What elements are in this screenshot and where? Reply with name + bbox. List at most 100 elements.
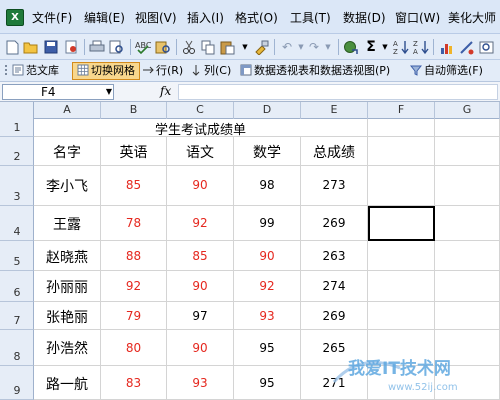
spell-check-icon[interactable]: ABC [134, 38, 152, 56]
row-header-2[interactable]: 2 [0, 137, 34, 166]
cell-f1[interactable] [368, 119, 435, 137]
row-header-3[interactable]: 3 [0, 166, 34, 206]
name-box-chevron-down-icon[interactable]: ▼ [104, 84, 114, 100]
total-score-cell[interactable]: 273 [301, 166, 368, 206]
research-icon[interactable] [154, 38, 172, 56]
zoom-icon[interactable] [478, 38, 496, 56]
name-box[interactable]: F4 [2, 84, 114, 100]
row-header-8[interactable]: 8 [0, 330, 34, 366]
copy-icon[interactable] [199, 38, 217, 56]
menu-file[interactable]: 文件(F) [32, 9, 72, 27]
redo-dropdown-chevron-icon[interactable]: ▼ [319, 38, 337, 56]
cell-g2[interactable] [435, 137, 500, 166]
total-score-cell[interactable]: 271 [301, 366, 368, 400]
cell-f5[interactable] [368, 241, 435, 271]
insert-function-icon[interactable]: fx [160, 84, 171, 98]
math-score-cell[interactable]: 95 [234, 366, 301, 400]
header-cell-chinese[interactable]: 语文 [167, 137, 234, 166]
row-header-6[interactable]: 6 [0, 271, 34, 302]
english-score-cell[interactable]: 88 [101, 241, 167, 271]
print-preview-icon[interactable] [108, 38, 126, 56]
menu-beautify-master[interactable]: 美化大师 [448, 9, 496, 27]
header-cell-math[interactable]: 数学 [234, 137, 301, 166]
header-cell-english[interactable]: 英语 [101, 137, 167, 166]
math-score-cell[interactable]: 99 [234, 206, 301, 241]
chinese-score-cell[interactable]: 92 [167, 206, 234, 241]
cell-f9[interactable] [368, 366, 435, 400]
table-row[interactable]: 孙丽丽 [34, 271, 101, 302]
table-row[interactable]: 孙浩然 [34, 330, 101, 366]
menu-edit[interactable]: 编辑(E) [84, 9, 125, 27]
chinese-score-cell[interactable]: 90 [167, 271, 234, 302]
cell-f6[interactable] [368, 271, 435, 302]
print-icon[interactable] [88, 38, 106, 56]
row-header-5[interactable]: 5 [0, 241, 34, 271]
english-score-cell[interactable]: 85 [101, 166, 167, 206]
chinese-score-cell[interactable]: 90 [167, 166, 234, 206]
cell-g4[interactable] [435, 206, 500, 241]
cell-g7[interactable] [435, 302, 500, 330]
header-cell-name[interactable]: 名字 [34, 137, 101, 166]
cell-f3[interactable] [368, 166, 435, 206]
column-header-a[interactable]: A [34, 102, 101, 119]
row-header-4[interactable]: 4 [0, 206, 34, 241]
math-score-cell[interactable]: 92 [234, 271, 301, 302]
excel-app-icon[interactable]: X [6, 9, 24, 26]
insert-row-button[interactable]: 行(R) [142, 63, 183, 79]
hyperlink-icon[interactable] [342, 38, 360, 56]
chinese-score-cell[interactable]: 93 [167, 366, 234, 400]
math-score-cell[interactable]: 95 [234, 330, 301, 366]
drawing-icon[interactable] [458, 38, 476, 56]
selected-cell-f4[interactable] [368, 206, 435, 241]
english-score-cell[interactable]: 79 [101, 302, 167, 330]
menu-view[interactable]: 视图(V) [135, 9, 177, 27]
permission-icon[interactable] [62, 38, 80, 56]
cut-icon[interactable] [180, 38, 198, 56]
header-cell-total[interactable]: 总成绩 [301, 137, 368, 166]
english-score-cell[interactable]: 92 [101, 271, 167, 302]
insert-column-button[interactable]: 列(C) [190, 63, 231, 79]
menu-tools[interactable]: 工具(T) [290, 9, 331, 27]
new-icon[interactable] [3, 38, 21, 56]
english-score-cell[interactable]: 78 [101, 206, 167, 241]
math-score-cell[interactable]: 98 [234, 166, 301, 206]
column-header-d[interactable]: D [234, 102, 301, 119]
cell-g3[interactable] [435, 166, 500, 206]
row-header-9[interactable]: 9 [0, 366, 34, 400]
menu-format[interactable]: 格式(O) [235, 9, 278, 27]
table-row[interactable]: 李小飞 [34, 166, 101, 206]
total-score-cell[interactable]: 274 [301, 271, 368, 302]
switch-grid-button[interactable]: 切换网格 [72, 62, 140, 80]
chinese-score-cell[interactable]: 90 [167, 330, 234, 366]
row-header-7[interactable]: 7 [0, 302, 34, 330]
menu-window[interactable]: 窗口(W) [395, 9, 440, 27]
pivot-table-button[interactable]: 数据透视表和数据透视图(P) [240, 63, 390, 79]
cell-f7[interactable] [368, 302, 435, 330]
paste-icon[interactable] [219, 38, 237, 56]
autofilter-button[interactable]: 自动筛选(F) [409, 63, 483, 79]
cell-f8[interactable] [368, 330, 435, 366]
english-score-cell[interactable]: 83 [101, 366, 167, 400]
formula-input[interactable] [178, 84, 498, 100]
total-score-cell[interactable]: 265 [301, 330, 368, 366]
sheet-title-cell[interactable]: 学生考试成绩单 [34, 119, 368, 138]
cell-g6[interactable] [435, 271, 500, 302]
column-header-f[interactable]: F [368, 102, 435, 119]
column-header-b[interactable]: B [101, 102, 167, 119]
select-all-corner[interactable] [0, 102, 34, 119]
column-header-g[interactable]: G [435, 102, 500, 119]
cell-g8[interactable] [435, 330, 500, 366]
save-icon[interactable] [42, 38, 60, 56]
chart-icon[interactable] [438, 38, 456, 56]
total-score-cell[interactable]: 269 [301, 206, 368, 241]
cell-g9[interactable] [435, 366, 500, 400]
table-row[interactable]: 张艳丽 [34, 302, 101, 330]
total-score-cell[interactable]: 263 [301, 241, 368, 271]
cell-f2[interactable] [368, 137, 435, 166]
sort-ascending-icon[interactable]: AZ [392, 38, 410, 56]
english-score-cell[interactable]: 80 [101, 330, 167, 366]
format-painter-icon[interactable] [252, 38, 270, 56]
math-score-cell[interactable]: 90 [234, 241, 301, 271]
menu-insert[interactable]: 插入(I) [187, 9, 224, 27]
total-score-cell[interactable]: 269 [301, 302, 368, 330]
